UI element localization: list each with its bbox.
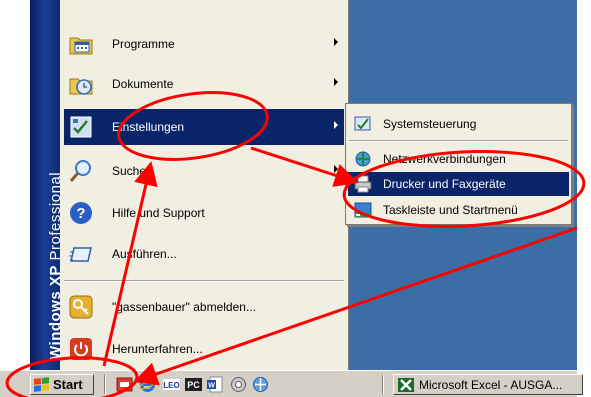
submenu-item-netzwerkverbindungen[interactable]: Netzwerkverbindungen — [348, 147, 569, 171]
svg-text:PC: PC — [187, 380, 200, 390]
network-share-icon[interactable] — [252, 376, 269, 393]
menu-item-label: Herunterfahren... — [112, 342, 203, 356]
brand-prefix: Windows XP — [47, 265, 64, 360]
start-button[interactable]: Start — [30, 374, 94, 395]
menu-item-label: Suchen — [112, 164, 153, 178]
screenshot-margin-left — [0, 0, 30, 370]
menu-item-label: Hilfe und Support — [112, 206, 205, 220]
svg-text:?: ? — [76, 205, 85, 222]
settings-submenu: Systemsteuerung Netzwerkverbindungen Dru… — [345, 103, 572, 225]
taskbar-separator — [382, 375, 384, 394]
start-menu-brand-band: Windows XP Professional — [30, 0, 64, 370]
submenu-separator — [349, 140, 568, 142]
svg-text:W: W — [208, 383, 215, 390]
submenu-item-drucker-und-faxgeraete[interactable]: Drucker und Faxgeräte — [348, 172, 569, 196]
submenu-arrow-icon — [334, 78, 338, 86]
quick-launch-app-icon[interactable] — [116, 376, 133, 393]
menu-item-label: Ausführen... — [112, 247, 177, 261]
pc-icon[interactable]: PC — [185, 376, 202, 393]
logoff-icon — [66, 292, 96, 322]
windows-flag-icon — [34, 376, 50, 393]
run-icon — [66, 239, 96, 269]
taskbar-button-label: Microsoft Excel - AUSGA... — [419, 377, 563, 392]
printer-icon — [353, 174, 373, 194]
submenu-arrow-icon — [334, 121, 338, 129]
submenu-item-label: Drucker und Faxgeräte — [383, 177, 506, 191]
start-menu: Windows XP Professional Programme Dokume… — [30, 0, 349, 370]
taskbar-separator — [104, 375, 106, 394]
excel-icon — [398, 377, 414, 392]
menu-item-hilfe-und-support[interactable]: ? Hilfe und Support — [64, 195, 344, 231]
leo-icon[interactable]: LEO — [163, 376, 180, 393]
svg-text:LEO: LEO — [163, 381, 179, 390]
settings-icon — [66, 112, 96, 142]
menu-item-einstellungen[interactable]: Einstellungen — [64, 109, 344, 145]
menu-item-dokumente[interactable]: Dokumente — [64, 66, 344, 102]
search-icon — [66, 156, 96, 186]
programs-folder-icon — [66, 29, 96, 59]
submenu-arrow-icon — [334, 38, 338, 46]
word-icon[interactable]: W — [207, 376, 224, 393]
start-button-label: Start — [53, 377, 83, 392]
screenshot-margin-right — [577, 0, 591, 397]
taskbar: Start LEO PC W Microsoft Excel - AUSGA..… — [0, 370, 583, 397]
submenu-item-label: Netzwerkverbindungen — [383, 152, 506, 166]
internet-explorer-icon[interactable] — [139, 376, 156, 393]
menu-item-herunterfahren[interactable]: Herunterfahren... — [64, 331, 344, 367]
taskbar-icon — [353, 200, 373, 220]
menu-item-label: Programme — [112, 37, 175, 51]
shutdown-icon — [66, 334, 96, 364]
menu-item-programme[interactable]: Programme — [64, 26, 344, 62]
help-icon: ? — [66, 198, 96, 228]
submenu-item-taskleiste-und-startmenue[interactable]: Taskleiste und Startmenü — [348, 198, 569, 222]
control-panel-icon — [353, 114, 373, 134]
brand-suffix: Professional — [47, 171, 64, 261]
media-icon[interactable] — [230, 376, 247, 393]
brand-text: Windows XP Professional — [47, 172, 64, 360]
submenu-arrow-icon — [334, 165, 338, 173]
menu-separator — [64, 280, 344, 282]
documents-icon — [66, 69, 96, 99]
menu-item-abmelden[interactable]: "gassenbauer" abmelden... — [64, 289, 344, 325]
submenu-item-label: Taskleiste und Startmenü — [383, 203, 518, 217]
taskbar-button-excel[interactable]: Microsoft Excel - AUSGA... — [393, 374, 583, 395]
menu-item-label: Dokumente — [112, 77, 174, 91]
menu-item-label: "gassenbauer" abmelden... — [112, 300, 256, 314]
menu-item-ausfuehren[interactable]: Ausführen... — [64, 236, 344, 272]
submenu-item-label: Systemsteuerung — [383, 117, 477, 131]
menu-item-suchen[interactable]: Suchen — [64, 153, 344, 189]
network-icon — [353, 149, 373, 169]
submenu-item-systemsteuerung[interactable]: Systemsteuerung — [348, 112, 569, 136]
menu-item-label: Einstellungen — [112, 120, 185, 134]
